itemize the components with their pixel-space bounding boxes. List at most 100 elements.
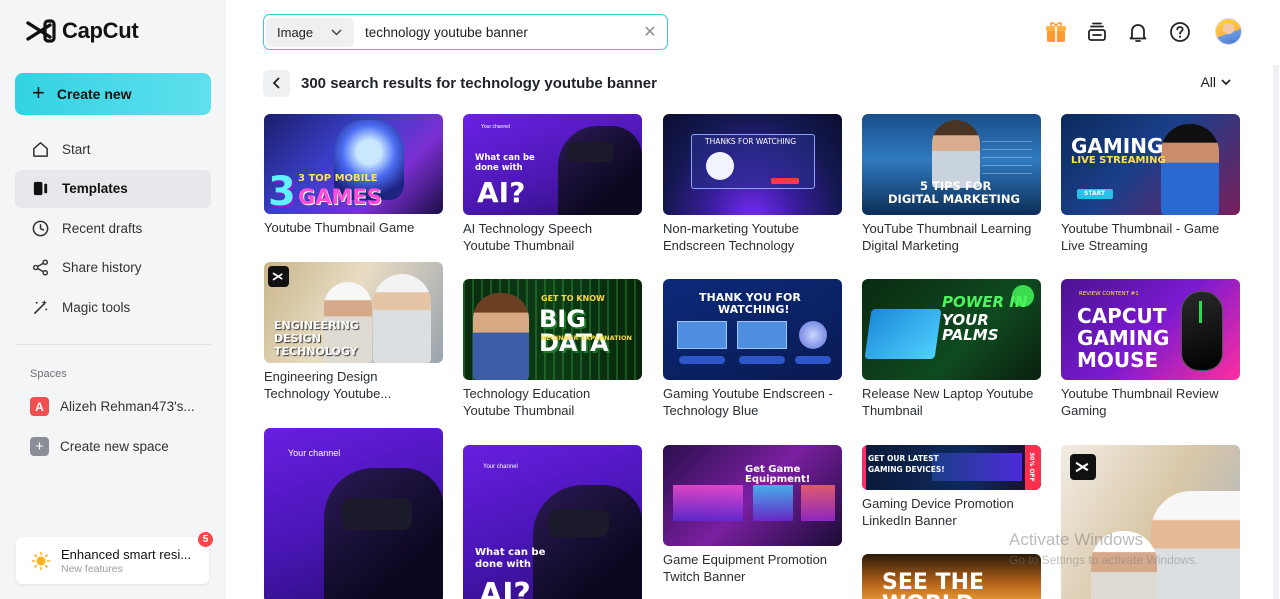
filter-dropdown[interactable]: All (1200, 74, 1231, 90)
thumbnail-headline: YOUR PALMS (942, 311, 999, 344)
thumbnail-headline: What can be done with (475, 153, 535, 173)
chevron-left-icon (272, 77, 280, 89)
thumbnail-headline: TECHNOLOGY (274, 345, 358, 358)
template-card[interactable]: Your channel (264, 428, 443, 599)
template-title: Youtube Thumbnail Review Gaming (1061, 386, 1219, 418)
search-bar: Image ✕ (263, 14, 668, 50)
template-title: Release New Laptop Youtube Thumbnail (862, 386, 1034, 418)
search-type-dropdown[interactable]: Image (266, 17, 354, 47)
thumbnail-headline: DIGITAL MARKETING (888, 192, 1020, 206)
template-card[interactable]: Get Game Equipment! Game Equipment Promo… (663, 445, 842, 585)
template-title: Technology Education Youtube Thumbnail (463, 386, 591, 418)
plus-icon: + (32, 80, 45, 105)
clear-search-icon[interactable]: ✕ (633, 22, 667, 42)
thumbnail-headline: GET TO KNOW (541, 294, 605, 303)
template-thumbnail: Your channel What can be done with AI? (463, 114, 642, 215)
sidebar-item-label: Share history (62, 260, 142, 275)
template-thumbnail: GAMING LIVE STREAMING START (1061, 114, 1240, 215)
sidebar-item-recent-drafts[interactable]: Recent drafts (15, 209, 211, 247)
thumbnail-headline: POWER IN (942, 293, 1028, 311)
thumbnail-headline: MOUSE (1077, 348, 1159, 372)
thumbnail-headline: LIVE STREAMING (1071, 155, 1166, 166)
magic-wand-icon (33, 299, 48, 314)
template-title: Youtube Thumbnail - Game Live Streaming (1061, 221, 1220, 253)
space-name: Alizeh Rehman473's... (60, 399, 195, 414)
template-card[interactable]: 3 3 TOP MOBILE GAMES Youtube Thumbnail G… (264, 114, 443, 236)
thumbnail-headline: 3 TOP MOBILE (298, 173, 378, 184)
thumbnail-headline: What can be done with (475, 547, 546, 570)
template-card[interactable]: ENGINEERING DESIGN TECHNOLOGY Engineerin… (264, 262, 443, 402)
template-thumbnail: POWER IN YOUR PALMS (862, 279, 1041, 380)
space-avatar: A (30, 397, 49, 416)
plus-icon: + (30, 437, 49, 456)
search-input[interactable] (354, 24, 633, 40)
user-avatar[interactable] (1215, 18, 1242, 45)
sidebar-item-label: Templates (62, 181, 128, 196)
sidebar-item-label: Recent drafts (62, 220, 143, 236)
template-card[interactable] (1061, 445, 1240, 599)
template-card[interactable]: GET OUR LATEST GAMING DEVICES! 30% OFF G… (862, 445, 1041, 529)
thumbnail-headline: 5 TIPS FOR (920, 179, 992, 193)
template-card[interactable]: 5 TIPS FOR DIGITAL MARKETING YouTube Thu… (862, 114, 1041, 254)
capcut-badge-icon (1070, 454, 1096, 480)
thumbnail-headline: CAPCUT (1077, 304, 1167, 328)
thumbnail-discount-label: 30% OFF (1028, 452, 1035, 482)
template-title: Engineering Design Technology Youtube... (264, 369, 392, 401)
sidebar-item-share-history[interactable]: Share history (15, 249, 211, 287)
thumbnail-headline: GET OUR LATEST (868, 454, 939, 463)
feature-promo-card[interactable]: Enhanced smart resi... New features 5 (16, 531, 214, 584)
clock-icon (32, 220, 49, 236)
logo[interactable]: CapCut (26, 18, 139, 44)
capcut-badge-icon (268, 266, 289, 287)
activate-windows-subtitle: Go to Settings to activate Windows. (1009, 553, 1199, 567)
sidebar-item-label: Magic tools (62, 299, 131, 315)
create-new-button[interactable]: + Create new (15, 73, 211, 115)
gift-icon[interactable] (1044, 20, 1068, 44)
create-new-space-button[interactable]: + Create new space (30, 437, 169, 456)
templates-icon (33, 181, 48, 196)
home-icon (33, 141, 48, 157)
activate-windows-watermark: Activate Windows (1009, 530, 1144, 549)
thumbnail-number: 3 (268, 169, 296, 214)
template-card[interactable]: GAMING LIVE STREAMING START Youtube Thum… (1061, 114, 1240, 254)
promo-subtitle: New features (61, 562, 123, 575)
template-card[interactable]: Your channel What can be done with AI? A… (463, 114, 642, 254)
template-card[interactable]: THANKS FOR WATCHING Non-marketing Youtub… (663, 114, 842, 254)
sidebar-item-magic-tools[interactable]: Magic tools (15, 288, 211, 326)
help-icon[interactable] (1168, 20, 1192, 44)
template-thumbnail: 3 3 TOP MOBILE GAMES (264, 114, 443, 214)
space-item-personal[interactable]: A Alizeh Rehman473's... (30, 397, 195, 416)
sidebar-nav: Start Templates Recent drafts Share hist… (15, 130, 211, 328)
filter-label: All (1200, 74, 1216, 90)
template-card[interactable]: Your channel What can be done with AI? (463, 445, 642, 599)
share-icon (32, 259, 49, 276)
sidebar-item-label: Start (62, 141, 91, 157)
sidebar-item-templates[interactable]: Templates (15, 169, 211, 208)
thumbnail-channel-label: Your channel (288, 448, 341, 458)
thumbnail-headline: BIG DATA (539, 305, 609, 357)
template-thumbnail: Get Game Equipment! (663, 445, 842, 546)
sidebar: CapCut + Create new Start Templates Rece… (0, 0, 226, 599)
template-title: Gaming Device Promotion LinkedIn Banner (862, 496, 1014, 528)
create-new-label: Create new (56, 86, 132, 102)
sidebar-item-start[interactable]: Start (15, 130, 211, 168)
template-title: Gaming Youtube Endscreen - Technology Blu… (663, 386, 833, 418)
thumbnail-channel-label: Your channel (481, 124, 511, 130)
scrollbar[interactable] (1273, 65, 1279, 599)
storage-icon[interactable] (1085, 20, 1109, 44)
template-title: Non-marketing Youtube Endscreen Technolog… (663, 221, 799, 253)
bell-icon[interactable] (1126, 20, 1150, 44)
template-title: Youtube Thumbnail Game (264, 220, 415, 235)
thumbnail-headline: THANKS FOR WATCHING (705, 137, 797, 146)
template-thumbnail (1061, 445, 1240, 599)
sun-icon (31, 551, 51, 570)
template-card[interactable]: THANK YOU FOR WATCHING! Gaming Youtube E… (663, 279, 842, 419)
template-card[interactable]: REVIEW CONTENT #1 CAPCUT GAMING MOUSE Yo… (1061, 279, 1240, 419)
thumbnail-headline: GAMING (1071, 134, 1164, 158)
template-card[interactable]: GET TO KNOW BIG DATA BEGINNER EXPLANATIO… (463, 279, 642, 419)
template-card[interactable]: POWER IN YOUR PALMS Release New Laptop Y… (862, 279, 1041, 419)
template-thumbnail: GET TO KNOW BIG DATA BEGINNER EXPLANATIO… (463, 279, 642, 380)
results-summary: 300 search results for technology youtub… (301, 74, 657, 92)
thumbnail-headline: GAMES (298, 185, 382, 209)
back-button[interactable] (263, 69, 290, 97)
